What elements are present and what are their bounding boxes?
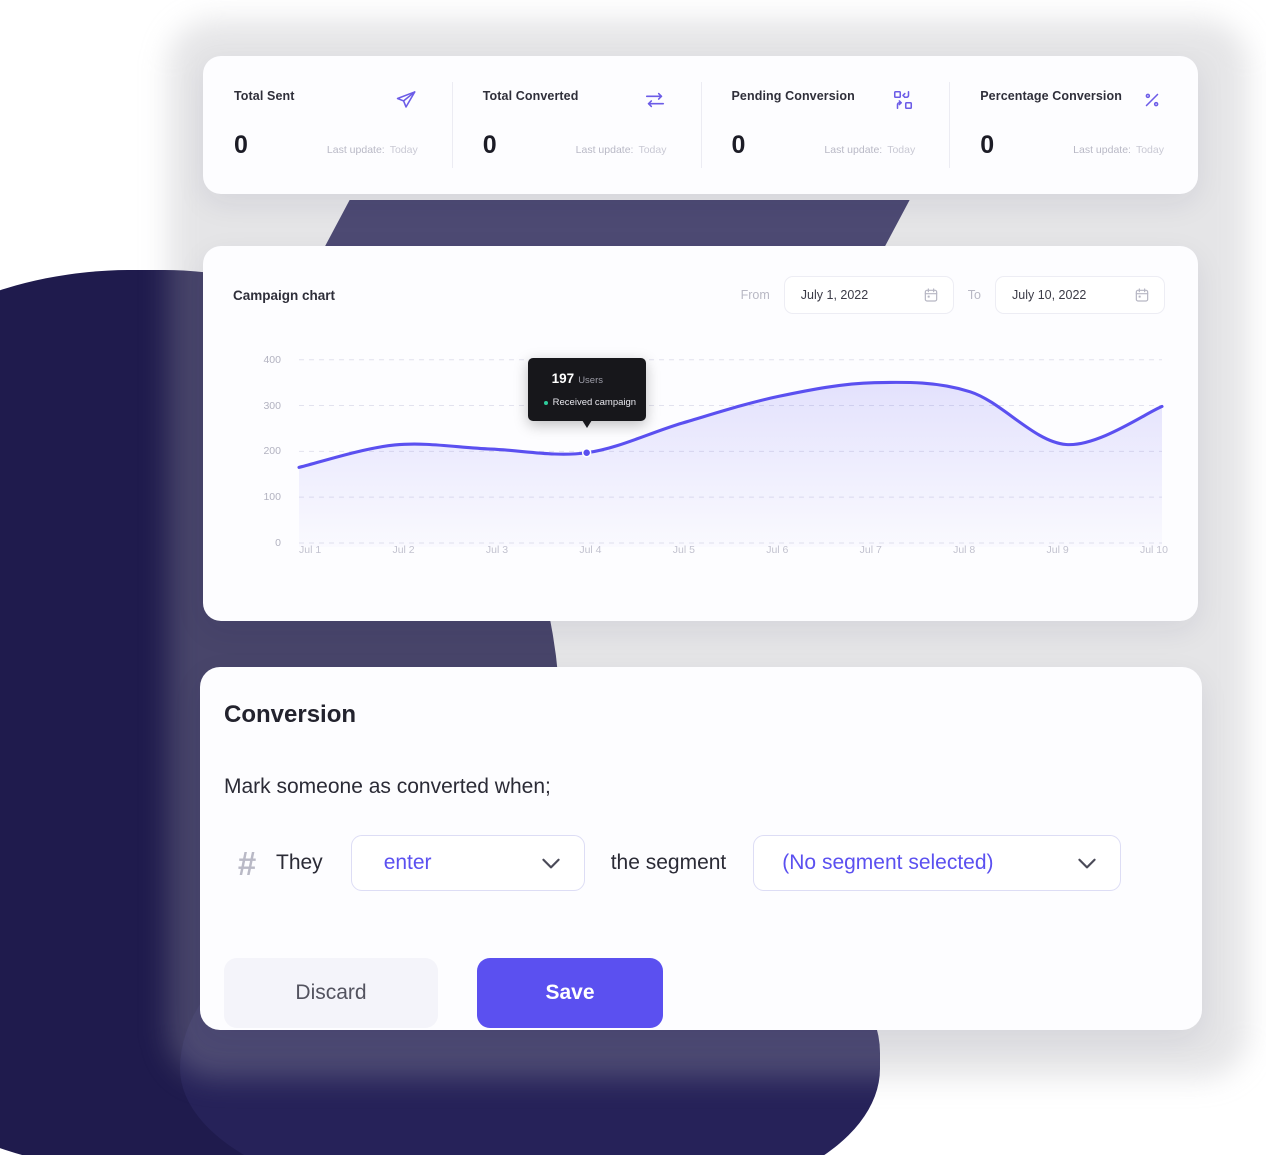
stat-label: Pending Conversion: [731, 89, 855, 103]
tooltip-value: 197: [551, 371, 575, 386]
tooltip-series-dot: [543, 400, 548, 405]
to-label: To: [967, 288, 981, 302]
y-axis-tick: 0: [275, 537, 281, 549]
stat-label: Total Converted: [482, 89, 579, 103]
x-axis-tick: Jul 1: [299, 544, 322, 556]
x-axis-tick: Jul 9: [1046, 544, 1069, 556]
hash-icon: #: [237, 844, 257, 882]
date-from-value: July 1, 2022: [800, 288, 869, 302]
rule-text-they: They: [276, 851, 323, 874]
y-axis-tick: 400: [263, 353, 281, 366]
stat-value: 0: [731, 131, 746, 159]
stat-label: Percentage Conversion: [980, 89, 1122, 103]
stat-last-update: Last update: Today: [326, 144, 418, 156]
conversion-subtitle: Mark someone as converted when;: [224, 775, 551, 798]
stat-value: 0: [482, 131, 497, 159]
date-to-value: July 10, 2022: [1012, 288, 1087, 302]
chart-header: Campaign chart From July 1, 2022 To July…: [203, 246, 1198, 314]
x-axis-tick: Jul 2: [392, 544, 415, 556]
segment-select-value: (No segment selected): [782, 851, 994, 874]
chart-tooltip: 197 Users Received campaign: [527, 358, 646, 428]
stat-label: Total Sent: [234, 89, 295, 103]
send-paper-plane-icon: [395, 89, 424, 111]
chart-area-fill: [299, 382, 1162, 547]
chart-hover-point: [581, 447, 592, 458]
shuffle-squares-icon: [892, 89, 921, 111]
exchange-arrows-icon: [644, 89, 673, 111]
date-to-input[interactable]: July 10, 2022: [995, 276, 1165, 314]
calendar-icon[interactable]: [1134, 287, 1150, 303]
from-label: From: [740, 288, 770, 302]
conversion-actions: Discard Save: [224, 958, 1202, 1028]
conversion-card: Conversion Mark someone as converted whe…: [200, 667, 1202, 1030]
stats-card: Total Sent 0 Last update: Today Total Con…: [203, 56, 1198, 194]
date-range-controls: From July 1, 2022 To July 10, 2022: [741, 276, 1165, 314]
date-from-input[interactable]: July 1, 2022: [783, 276, 954, 314]
stat-last-update: Last update: Today: [1073, 144, 1164, 156]
stat-card-total-converted: Total Converted 0 Last update: Today: [451, 56, 701, 194]
chart-title: Campaign chart: [233, 287, 336, 303]
tooltip-arrow: [581, 420, 592, 428]
chart-x-axis: Jul 1 Jul 2 Jul 3 Jul 4 Jul 5 Jul 6 Jul 7 Jul 8…: [299, 544, 1168, 556]
y-axis-tick: 200: [263, 445, 281, 458]
rule-text-segment: the segment: [610, 851, 727, 874]
stat-card-total-sent: Total Sent 0 Last update: Today: [203, 56, 452, 194]
calendar-icon[interactable]: [923, 287, 939, 303]
tooltip-series-label: Received campaign: [552, 397, 637, 408]
stat-card-percentage-conversion: Percentage Conversion 0 Last update: Toda…: [949, 56, 1198, 194]
percent-icon: [1141, 89, 1170, 111]
x-axis-tick: Jul 3: [485, 544, 509, 556]
chevron-down-icon[interactable]: [1074, 850, 1100, 876]
stat-last-update: Last update: Today: [824, 144, 916, 156]
save-button[interactable]: Save: [477, 958, 663, 1028]
area-chart-svg: [297, 359, 1164, 547]
segment-select[interactable]: (No segment selected): [753, 835, 1122, 891]
stat-value: 0: [980, 131, 995, 159]
x-axis-tick: Jul 5: [672, 544, 695, 556]
action-select[interactable]: enter: [350, 835, 585, 891]
conversion-rule-row: # They enter the segment (No segment sel…: [224, 835, 1202, 891]
conversion-title: Conversion: [224, 701, 357, 728]
app-screenshot: Total Sent 0 Last update: Today Total Con…: [0, 0, 1266, 1155]
discard-button[interactable]: Discard: [224, 958, 438, 1028]
x-axis-tick: Jul 6: [766, 544, 789, 556]
x-axis-tick: Jul 8: [953, 544, 976, 556]
stat-value: 0: [234, 131, 248, 159]
y-axis-tick: 300: [263, 399, 281, 412]
stat-card-pending-conversion: Pending Conversion 0 Last update: Today: [700, 56, 950, 194]
x-axis-tick: Jul 10: [1139, 544, 1168, 556]
action-select-value: enter: [383, 851, 432, 874]
x-axis-tick: Jul 4: [579, 544, 602, 556]
chart-plot-area: 0 100 200 300 400 Jul 1 Jul 2 Jul 3 Jul 4 Jul 5J…: [233, 336, 1168, 576]
x-axis-tick: Jul 7: [859, 544, 882, 556]
chevron-down-icon[interactable]: [538, 850, 564, 876]
stat-last-update: Last update: Today: [575, 144, 667, 156]
campaign-chart-card: Campaign chart From July 1, 2022 To July…: [203, 246, 1198, 621]
tooltip-unit: Users: [578, 375, 603, 386]
y-axis-tick: 100: [263, 491, 281, 504]
